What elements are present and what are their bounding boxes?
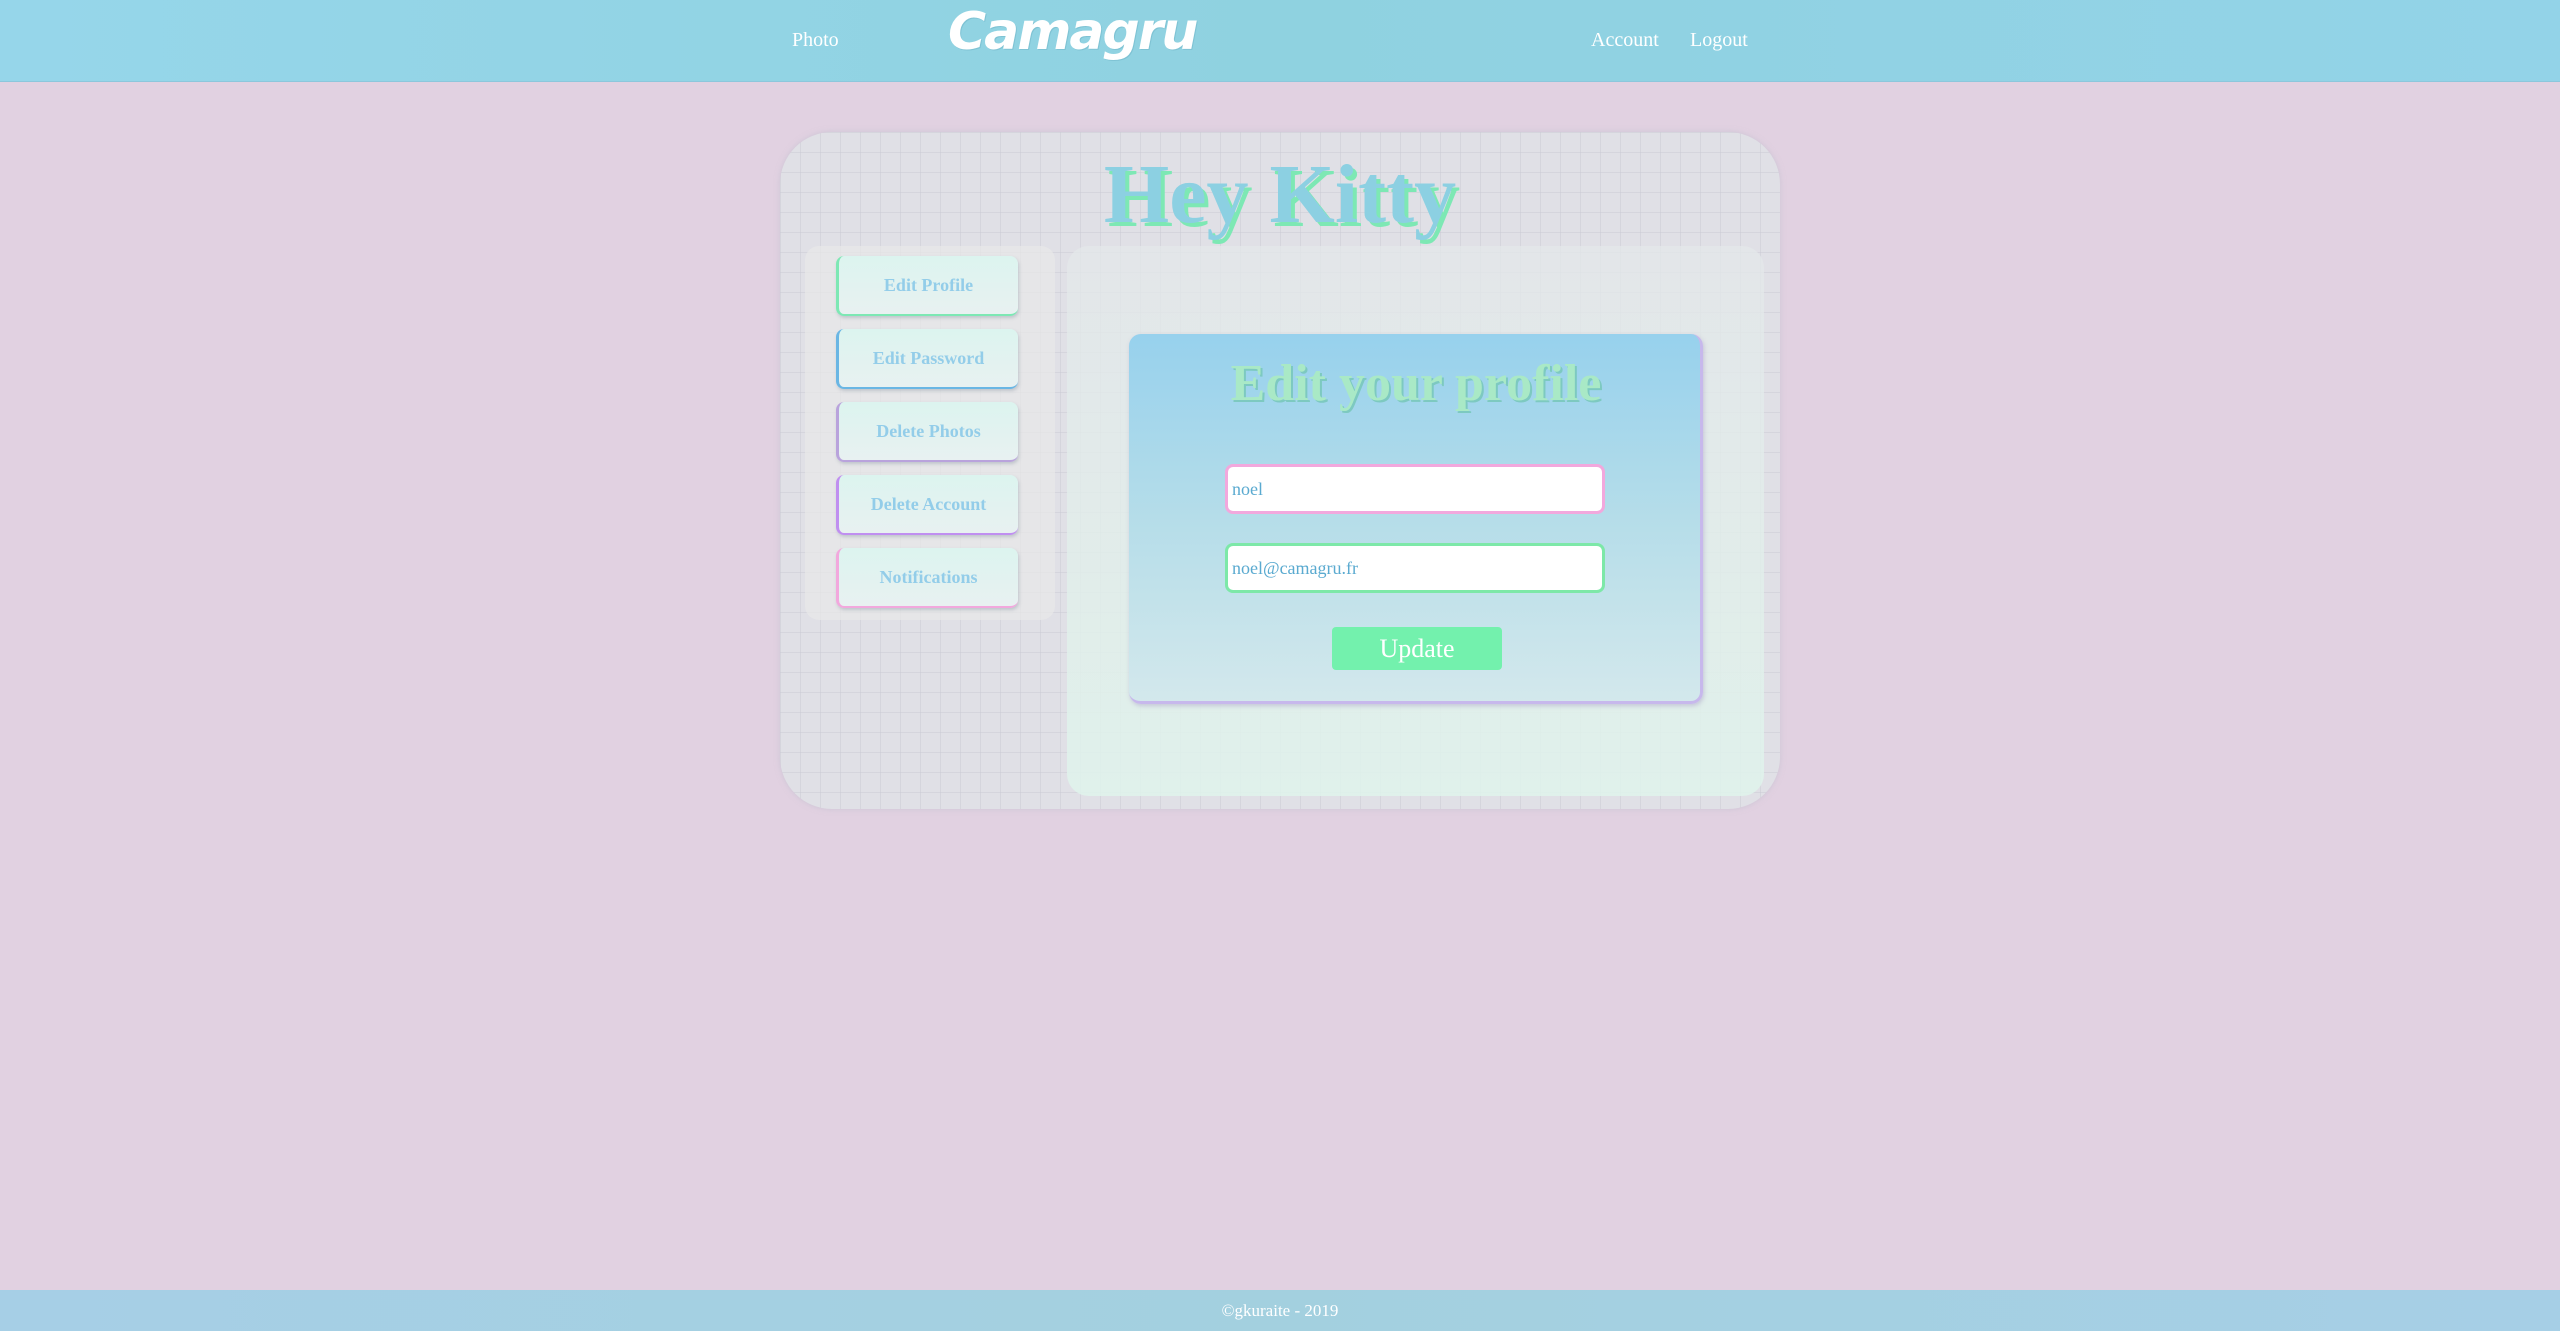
sidebar-item-label: Edit Password bbox=[872, 347, 985, 368]
username-input[interactable] bbox=[1225, 464, 1605, 514]
edit-profile-form: Edit your profile Update bbox=[1129, 334, 1703, 704]
content-panel: Edit your profile Update bbox=[1067, 246, 1764, 796]
nav-account-link[interactable]: Account bbox=[1591, 29, 1659, 52]
sidebar-item-edit-profile[interactable]: Edit Profile bbox=[836, 256, 1018, 316]
account-sidebar: Edit Profile Edit Password Delete Photos… bbox=[805, 246, 1055, 620]
update-button[interactable]: Update bbox=[1332, 627, 1502, 670]
form-title: Edit your profile bbox=[1230, 355, 1602, 412]
account-card: Hey Kitty Edit Profile Edit Password Del… bbox=[780, 132, 1780, 809]
footer-copyright: ©gkuraite - 2019 bbox=[1221, 1301, 1339, 1320]
sidebar-item-edit-password[interactable]: Edit Password bbox=[836, 329, 1018, 389]
sidebar-item-notifications[interactable]: Notifications bbox=[836, 548, 1018, 608]
sidebar-item-label: Delete Photos bbox=[876, 420, 981, 441]
sidebar-item-label: Delete Account bbox=[870, 493, 987, 514]
email-input[interactable] bbox=[1225, 543, 1605, 593]
nav-photo-link[interactable]: Photo bbox=[792, 29, 839, 52]
sidebar-item-label: Edit Profile bbox=[883, 274, 974, 295]
sidebar-item-label: Notifications bbox=[879, 566, 978, 587]
footer: ©gkuraite - 2019 bbox=[0, 1290, 2560, 1331]
top-navbar: Photo Camagru Account Logout bbox=[0, 0, 2560, 82]
sidebar-item-delete-account[interactable]: Delete Account bbox=[836, 475, 1018, 535]
nav-logout-link[interactable]: Logout bbox=[1690, 29, 1748, 52]
page-title: Hey Kitty bbox=[1103, 148, 1457, 241]
camagru-logo[interactable]: Camagru bbox=[948, 2, 1198, 62]
sidebar-item-delete-photos[interactable]: Delete Photos bbox=[836, 402, 1018, 462]
